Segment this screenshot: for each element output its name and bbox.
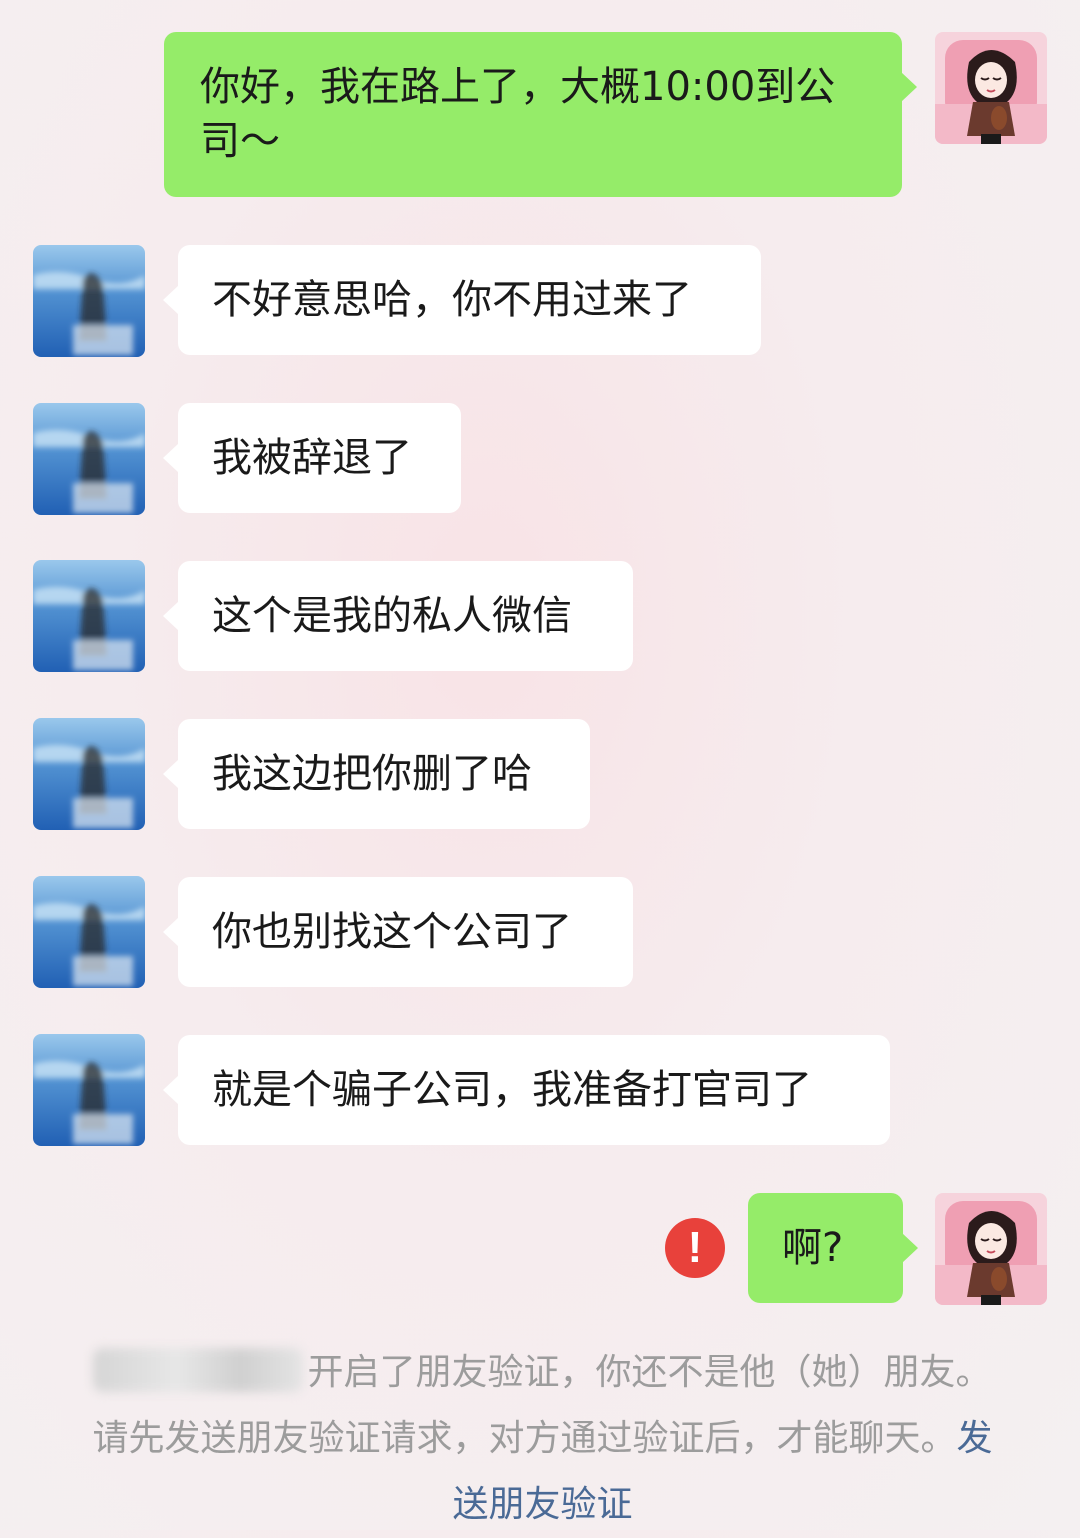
message-bubble-incoming[interactable]: 不好意思哈，你不用过来了 xyxy=(163,245,761,355)
contact-avatar[interactable] xyxy=(33,560,145,672)
message-text: 不好意思哈，你不用过来了 xyxy=(212,277,692,323)
message-bubble-incoming[interactable]: 你也别找这个公司了 xyxy=(163,877,633,987)
message-text: 这个是我的私人微信 xyxy=(212,593,572,639)
blurred-landscape-avatar-icon xyxy=(33,403,145,515)
message-text: 你好，我在路上了，大概10:00到公司～ xyxy=(200,64,836,164)
contact-avatar[interactable] xyxy=(33,718,145,830)
cartoon-girl-avatar-icon xyxy=(935,32,1047,144)
exclamation-circle-icon[interactable]: ! xyxy=(665,1218,725,1278)
message-bubble-outgoing[interactable]: 你好，我在路上了，大概10:00到公司～ xyxy=(164,32,917,197)
blurred-landscape-avatar-icon xyxy=(33,1034,145,1146)
message-text: 啊? xyxy=(782,1225,844,1271)
blurred-landscape-avatar-icon xyxy=(33,876,145,988)
self-avatar[interactable] xyxy=(935,1193,1047,1305)
blurred-landscape-avatar-icon xyxy=(33,245,145,357)
message-bubble-outgoing[interactable]: 啊? xyxy=(748,1193,918,1303)
blurred-landscape-avatar-icon xyxy=(33,560,145,672)
contact-avatar[interactable] xyxy=(33,245,145,357)
blurred-landscape-avatar-icon xyxy=(33,718,145,830)
message-text: 就是个骗子公司，我准备打官司了 xyxy=(212,1067,812,1113)
contact-avatar[interactable] xyxy=(33,1034,145,1146)
message-text: 你也别找这个公司了 xyxy=(212,909,572,955)
message-text: 我这边把你删了哈 xyxy=(212,751,532,797)
contact-avatar[interactable] xyxy=(33,876,145,988)
message-text: 我被辞退了 xyxy=(212,435,412,481)
blurred-contact-name xyxy=(93,1348,304,1392)
cartoon-girl-avatar-icon xyxy=(935,1193,1047,1305)
message-bubble-incoming[interactable]: 就是个骗子公司，我准备打官司了 xyxy=(163,1035,890,1145)
contact-avatar[interactable] xyxy=(33,403,145,515)
message-bubble-incoming[interactable]: 我这边把你删了哈 xyxy=(163,719,590,829)
self-avatar[interactable] xyxy=(935,32,1047,144)
message-bubble-incoming[interactable]: 我被辞退了 xyxy=(163,403,461,513)
message-bubble-incoming[interactable]: 这个是我的私人微信 xyxy=(163,561,633,671)
friend-verification-notice: 开启了朋友验证，你还不是他（她）朋友。请先发送朋友验证请求，对方通过验证后，才能… xyxy=(90,1340,995,1538)
